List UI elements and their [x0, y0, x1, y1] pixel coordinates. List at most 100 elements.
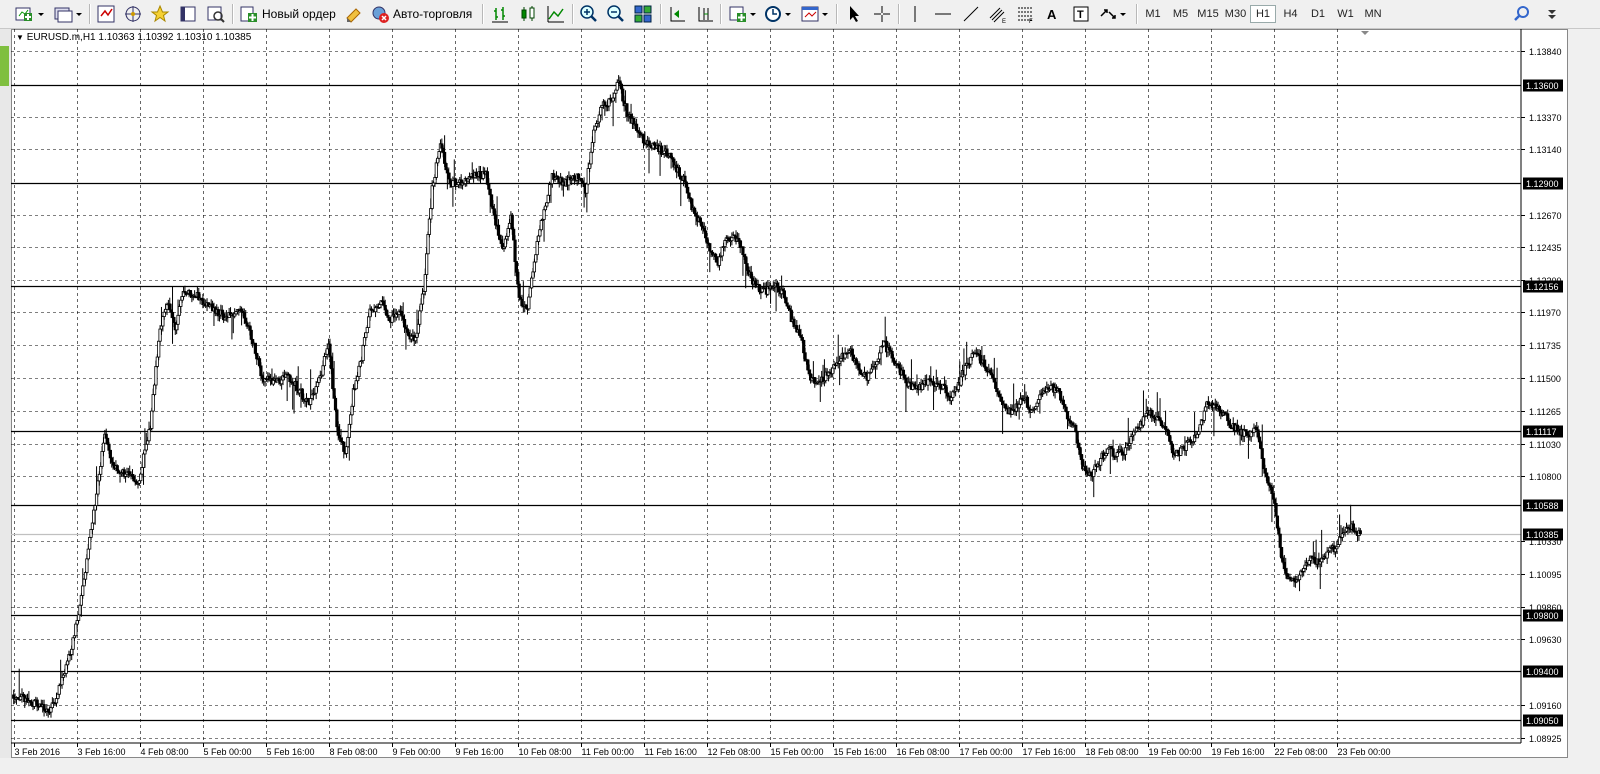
time-tick-label: 11 Feb 16:00	[645, 747, 697, 757]
candle	[974, 347, 978, 358]
text-icon[interactable]: A	[1043, 3, 1063, 25]
auto-trading-button[interactable]: Авто-торговля	[370, 3, 472, 25]
new-order-button[interactable]: Новый ордер	[239, 3, 336, 25]
candle	[634, 118, 639, 132]
horizontal-level-line-label: 1.09800	[1526, 611, 1559, 621]
timeframe-h4[interactable]: H4	[1278, 5, 1304, 23]
zoom-out-icon[interactable]	[606, 3, 626, 25]
vertical-line-icon[interactable]	[905, 3, 925, 25]
candle	[351, 384, 356, 411]
chart-shift-icon[interactable]	[695, 3, 715, 25]
auto-trading-icon	[372, 6, 389, 23]
timeframe-m15[interactable]: M15	[1195, 5, 1221, 23]
candle	[1238, 425, 1242, 446]
timeframe-d1[interactable]: D1	[1305, 5, 1331, 23]
data-window-icon[interactable]	[178, 3, 198, 25]
candle	[1337, 514, 1342, 546]
tile-windows-icon[interactable]	[633, 3, 653, 25]
candle	[170, 286, 175, 344]
candle	[1325, 546, 1329, 564]
price-tick-label: 1.09160	[1529, 701, 1562, 711]
bid-price-line-label: 1.10385	[1526, 530, 1559, 540]
candle	[426, 231, 430, 255]
search-icon[interactable]	[1512, 3, 1532, 25]
price-tick-label: 1.09630	[1529, 635, 1562, 645]
candle	[1159, 419, 1164, 427]
navigator-icon[interactable]	[123, 3, 143, 25]
candle	[485, 167, 490, 186]
profiles-icon[interactable]	[52, 3, 84, 25]
equidistant-channel-icon[interactable]: E	[988, 3, 1008, 25]
chart-shift-marker-icon[interactable]	[1361, 31, 1369, 35]
candle	[1215, 400, 1219, 412]
templates-icon[interactable]	[800, 3, 832, 25]
main-toolbar: Новый ордер Авто-торговля E F A T M1 M5 …	[0, 0, 1600, 29]
candle	[926, 378, 930, 391]
horizontal-line-icon[interactable]	[933, 3, 953, 25]
timeframe-w1[interactable]: W1	[1333, 5, 1359, 23]
chart-menu-triangle-icon[interactable]: ▼	[16, 33, 24, 42]
candle	[454, 177, 458, 191]
horizontal-level-line-label: 1.09050	[1526, 716, 1559, 726]
fibonacci-icon[interactable]: F	[1015, 3, 1035, 25]
candle	[818, 379, 822, 402]
candle	[1074, 423, 1078, 433]
candle	[920, 379, 925, 391]
candle	[512, 227, 516, 241]
candle	[929, 366, 933, 387]
text-label-icon[interactable]: T	[1071, 3, 1091, 25]
price-tick-label: 1.08925	[1529, 734, 1562, 744]
candle	[887, 342, 891, 356]
candle	[705, 236, 709, 249]
periods-icon[interactable]	[763, 3, 795, 25]
toolbar-overflow-icon[interactable]	[1546, 3, 1558, 25]
time-tick-label: 8 Feb 08:00	[330, 747, 378, 757]
candle	[1115, 448, 1119, 463]
time-tick-label: 17 Feb 16:00	[1023, 747, 1076, 757]
candle	[409, 333, 414, 343]
autoscroll-icon[interactable]	[667, 3, 687, 25]
cursor-icon[interactable]	[845, 3, 865, 25]
strategy-tester-icon[interactable]	[206, 3, 226, 25]
candle	[585, 182, 589, 213]
favorites-icon[interactable]	[150, 3, 170, 25]
candle	[1121, 447, 1125, 461]
timeframe-m1[interactable]: M1	[1140, 5, 1166, 23]
candle	[1313, 552, 1317, 565]
bar-chart-icon[interactable]	[490, 3, 510, 25]
candle	[88, 536, 92, 550]
candle	[216, 306, 220, 322]
new-chart-icon[interactable]	[14, 3, 46, 25]
candle	[467, 172, 472, 184]
candle	[1357, 527, 1361, 541]
market-watch-icon[interactable]	[96, 3, 116, 25]
arrows-icon[interactable]	[1098, 3, 1130, 25]
timeframe-m30[interactable]: M30	[1223, 5, 1249, 23]
candle	[542, 207, 546, 242]
candle	[1144, 398, 1148, 417]
trendline-icon[interactable]	[961, 3, 981, 25]
price-chart[interactable]: 1.138401.133701.131401.126701.124351.122…	[11, 29, 1568, 758]
candle	[1235, 419, 1239, 435]
candle	[1000, 396, 1005, 434]
timeframe-m5[interactable]: M5	[1168, 5, 1194, 23]
horizontal-level-line-label: 1.12156	[1526, 282, 1559, 292]
candle	[730, 232, 734, 246]
zoom-in-icon[interactable]	[579, 3, 599, 25]
meta-editor-icon[interactable]	[344, 3, 364, 25]
candlestick-icon[interactable]	[518, 3, 538, 25]
horizontal-level-line-label: 1.11117	[1526, 427, 1557, 437]
timeframe-h1[interactable]: H1	[1250, 5, 1276, 23]
indicators-icon[interactable]	[728, 3, 760, 25]
chart-title: EURUSD.m,H1 1.10363 1.10392 1.10310 1.10…	[26, 32, 252, 43]
time-tick-label: 15 Feb 16:00	[834, 747, 887, 757]
line-chart-icon[interactable]	[546, 3, 566, 25]
crosshair-icon[interactable]	[872, 3, 892, 25]
candle	[607, 98, 611, 112]
timeframe-mn[interactable]: MN	[1360, 5, 1386, 23]
price-tick-label: 1.11970	[1529, 308, 1561, 318]
candle	[292, 381, 296, 414]
time-tick-label: 17 Feb 00:00	[960, 747, 1013, 757]
candle	[708, 243, 712, 273]
price-tick-label: 1.13370	[1529, 113, 1562, 123]
